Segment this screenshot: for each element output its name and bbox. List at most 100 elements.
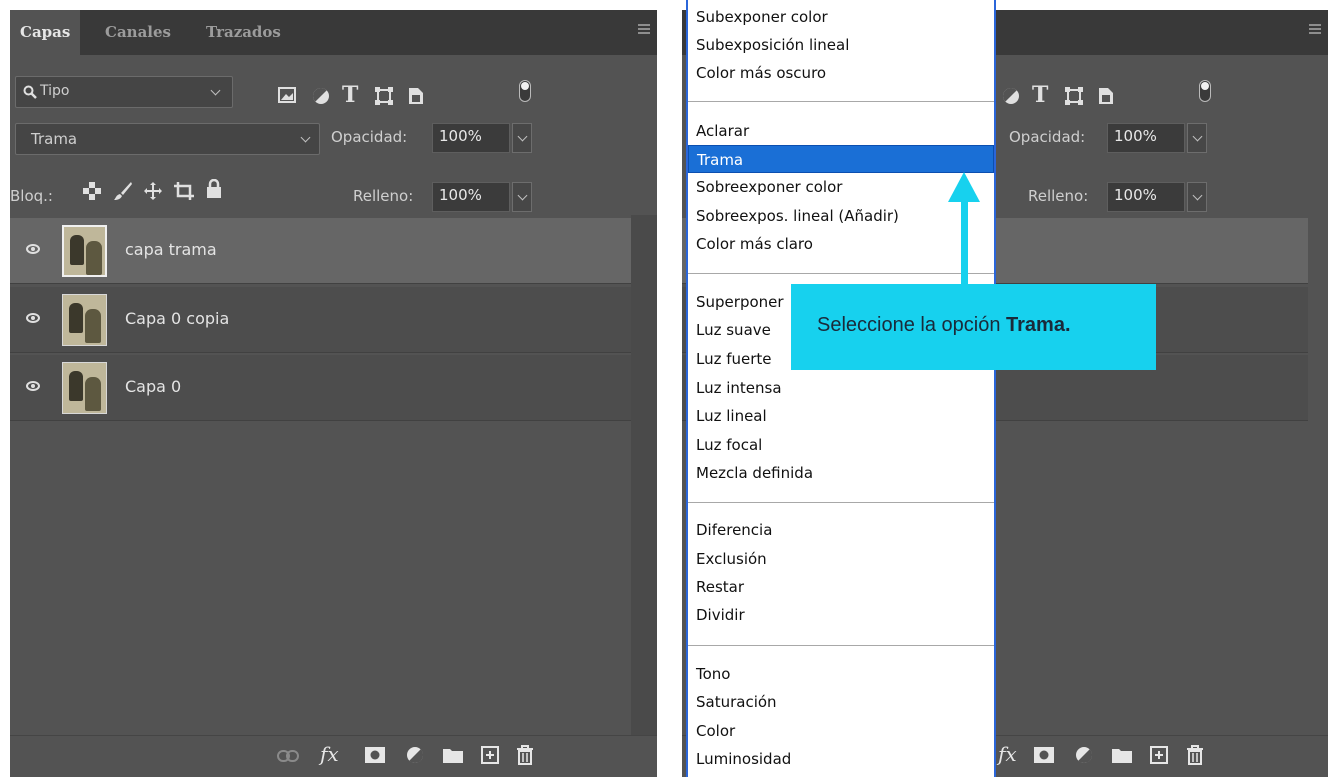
menu-item-darker-color[interactable]: Color más oscuro [688, 59, 994, 87]
tab-paths[interactable]: Trazados [196, 10, 291, 55]
menu-item-hard-mix[interactable]: Mezcla definida [688, 459, 994, 487]
new-layer-icon[interactable] [1150, 746, 1168, 764]
scrollbar[interactable] [631, 215, 657, 735]
lock-artboard-icon[interactable] [173, 181, 195, 201]
layer-row[interactable]: capa trama [10, 218, 631, 284]
lock-transparent-icon[interactable] [83, 182, 101, 200]
chevron-down-icon [210, 85, 221, 96]
blend-mode-value: Trama [31, 130, 78, 148]
layers-panel: Capas Canales Trazados Tipo T Trama Opac… [10, 10, 657, 777]
layer-row[interactable]: Capa 0 copia [10, 287, 631, 353]
new-layer-icon[interactable] [481, 746, 499, 764]
filter-toggle[interactable] [1199, 80, 1211, 102]
panel-menu-icon[interactable] [1309, 24, 1321, 36]
tab-channels[interactable]: Canales [95, 10, 181, 55]
menu-item-difference[interactable]: Diferencia [688, 516, 994, 544]
type-filter-icon[interactable]: T [1032, 82, 1048, 108]
opacity-label: Opacidad: [331, 128, 408, 146]
mask-icon[interactable] [1034, 747, 1054, 763]
menu-item-screen[interactable]: Trama [688, 145, 994, 173]
fill-dropdown-button[interactable] [512, 182, 532, 212]
menu-item-subtract[interactable]: Restar [688, 573, 994, 601]
search-icon [23, 85, 37, 99]
folder-icon[interactable] [443, 747, 463, 763]
panel-tab-bar: Capas Canales Trazados [10, 10, 657, 55]
menu-item-lighten[interactable]: Aclarar [688, 117, 994, 145]
fill-label: Relleno: [353, 187, 414, 205]
type-filter-icon[interactable]: T [342, 82, 358, 108]
layer-name: Capa 0 [125, 377, 182, 396]
menu-item-lighter-color[interactable]: Color más claro [688, 230, 994, 258]
menu-divider [688, 101, 994, 102]
layer-name: capa trama [125, 240, 217, 259]
blend-mode-menu: Subexponer color Subexposición lineal Co… [686, 0, 996, 777]
opacity-dropdown-button[interactable] [1187, 123, 1207, 153]
layer-thumbnail [62, 225, 107, 277]
opacity-dropdown-button[interactable] [512, 123, 532, 153]
menu-divider [688, 502, 994, 503]
callout-text: Seleccione la opción Trama. [817, 314, 1071, 337]
folder-icon[interactable] [1112, 747, 1132, 763]
menu-item-saturation[interactable]: Saturación [688, 688, 994, 716]
shape-filter-icon[interactable] [1065, 87, 1083, 105]
lock-label: Bloq.: [10, 187, 53, 205]
trash-icon[interactable] [517, 745, 533, 765]
filter-toggle[interactable] [519, 80, 531, 102]
smart-object-filter-icon[interactable] [1098, 87, 1114, 105]
opacity-label: Opacidad: [1009, 128, 1086, 146]
chevron-down-icon [300, 132, 311, 143]
lock-position-icon[interactable] [143, 181, 163, 201]
menu-divider [688, 273, 994, 274]
fx-icon[interactable]: fx [320, 742, 339, 766]
opacity-input[interactable]: 100% [432, 123, 510, 153]
trash-icon[interactable] [1187, 745, 1203, 765]
menu-item-hue[interactable]: Tono [688, 660, 994, 688]
menu-item-linear-dodge[interactable]: Sobreexpos. lineal (Añadir) [688, 202, 994, 230]
callout-prefix: Seleccione la opción [817, 314, 1007, 336]
shape-filter-icon[interactable] [375, 87, 393, 105]
lock-pixels-brush-icon[interactable] [113, 181, 133, 201]
adjustment-layer-icon[interactable] [406, 746, 424, 764]
fill-input[interactable]: 100% [432, 182, 510, 212]
panel-bottom-bar: fx [10, 735, 657, 777]
layer-thumbnail [62, 362, 107, 414]
link-icon[interactable] [277, 750, 299, 762]
callout-bold: Trama. [1006, 314, 1071, 336]
opacity-input[interactable]: 100% [1107, 123, 1185, 153]
menu-item-linear-light[interactable]: Luz lineal [688, 402, 994, 430]
layer-thumbnail [62, 294, 107, 346]
fill-label: Relleno: [1028, 187, 1089, 205]
callout-arrow-shaft [961, 200, 968, 286]
blend-mode-select[interactable]: Trama [15, 123, 320, 155]
filter-kind-label: Tipo [40, 83, 70, 99]
menu-item-pin-light[interactable]: Luz focal [688, 431, 994, 459]
instruction-callout: Seleccione la opción Trama. [791, 284, 1156, 370]
adjustment-filter-icon[interactable] [312, 87, 330, 105]
callout-arrow-head [948, 172, 980, 202]
menu-item-divide[interactable]: Dividir [688, 601, 994, 629]
filter-kind-select[interactable]: Tipo [15, 76, 233, 108]
fx-icon[interactable]: fx [998, 742, 1017, 766]
fill-input[interactable]: 100% [1107, 182, 1185, 212]
layer-name: Capa 0 copia [125, 309, 230, 328]
menu-item-luminosity[interactable]: Luminosidad [688, 745, 994, 773]
menu-item-vivid-light[interactable]: Luz intensa [688, 374, 994, 402]
smart-object-filter-icon[interactable] [408, 87, 424, 105]
lock-all-icon[interactable] [206, 179, 222, 199]
panel-menu-icon[interactable] [638, 24, 650, 36]
menu-item-exclusion[interactable]: Exclusión [688, 545, 994, 573]
menu-item-color[interactable]: Color [688, 717, 994, 745]
tab-layers[interactable]: Capas [10, 10, 81, 55]
adjustment-filter-icon[interactable] [1002, 87, 1020, 105]
menu-divider [688, 645, 994, 646]
visibility-eye-icon[interactable] [26, 244, 40, 254]
adjustment-layer-icon[interactable] [1075, 746, 1093, 764]
menu-item-color-dodge-sub[interactable]: Subexponer color [688, 3, 994, 31]
menu-item-linear-burn[interactable]: Subexposición lineal [688, 31, 994, 59]
visibility-eye-icon[interactable] [26, 381, 40, 391]
fill-dropdown-button[interactable] [1187, 182, 1207, 212]
pixel-filter-icon[interactable] [278, 87, 296, 103]
layer-row[interactable]: Capa 0 [10, 355, 631, 421]
visibility-eye-icon[interactable] [26, 313, 40, 323]
mask-icon[interactable] [365, 747, 385, 763]
